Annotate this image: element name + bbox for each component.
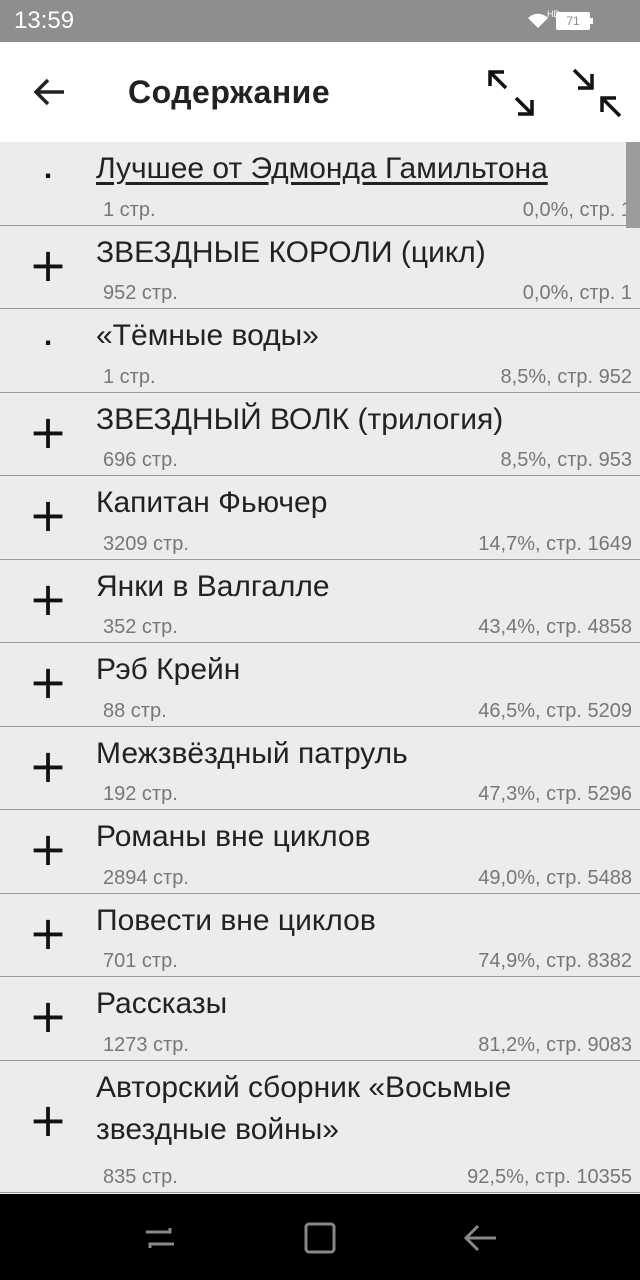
- home-icon[interactable]: [300, 1218, 340, 1258]
- expand-plus-icon[interactable]: +: [28, 906, 68, 960]
- item-title[interactable]: Повести вне циклов: [96, 900, 626, 942]
- page-title: Содержание: [128, 74, 331, 110]
- bullet-dot-icon: .: [43, 319, 53, 352]
- item-pages: 696 стр.: [103, 449, 178, 471]
- back-arrow-icon[interactable]: [30, 70, 70, 114]
- item-position: 43,4%, стр. 4858: [478, 616, 632, 638]
- expand-plus-icon[interactable]: +: [28, 238, 68, 292]
- list-item[interactable]: + Рассказы 1273 стр. 81,2%, стр. 9083: [0, 977, 640, 1061]
- list-item[interactable]: + ЗВЕЗДНЫЙ ВОЛК (трилогия) 696 стр. 8,5%, с…: [0, 392, 640, 476]
- item-pages: 88 стр.: [103, 699, 167, 722]
- expand-all-icon[interactable]: [486, 68, 536, 118]
- item-position: 49,0%, стр. 5488: [478, 866, 632, 889]
- scrollbar-thumb[interactable]: [626, 142, 640, 228]
- list-item[interactable]: + Янки в Валгалле 352 стр. 43,4%, стр. 4858: [0, 559, 640, 643]
- item-pages: 835 стр.: [103, 1165, 178, 1188]
- item-pages: 352 стр.: [103, 616, 178, 638]
- list-item[interactable]: + Романы вне циклов 2894 стр. 49,0%, стр. 5…: [0, 810, 640, 894]
- item-position: 74,9%, стр. 8382: [478, 950, 632, 972]
- item-pages: 952 стр.: [103, 282, 178, 304]
- list-item[interactable]: + ЗВЕЗДНЫЕ КОРОЛИ (цикл) 952 стр. 0,0%, стр…: [0, 225, 640, 309]
- item-position: 47,3%, стр. 5296: [478, 783, 632, 805]
- item-pages: 3209 стр.: [103, 532, 189, 555]
- expand-plus-icon[interactable]: +: [28, 739, 68, 793]
- nav-back-icon[interactable]: [460, 1218, 500, 1258]
- item-title[interactable]: «Тёмные воды»: [96, 315, 626, 357]
- expand-plus-icon[interactable]: +: [28, 572, 68, 626]
- list-item[interactable]: . «Тёмные воды» 1 стр. 8,5%, стр. 952: [0, 309, 640, 393]
- list-item[interactable]: . Лучшее от Эдмонда Гамильтона 1 стр. 0,0%,…: [0, 142, 640, 226]
- item-position: 46,5%, стр. 5209: [478, 699, 632, 722]
- expand-plus-icon[interactable]: +: [28, 655, 68, 709]
- recent-apps-icon[interactable]: [140, 1218, 180, 1258]
- battery-icon: 71: [556, 12, 593, 30]
- item-pages: 701 стр.: [103, 950, 178, 972]
- item-title[interactable]: Романы вне циклов: [96, 816, 626, 858]
- item-title[interactable]: Авторский сборник «Восьмые звездные войн…: [96, 1067, 626, 1151]
- list-item[interactable]: + Повести вне циклов 701 стр. 74,9%, стр. 8…: [0, 893, 640, 977]
- system-nav-bar: [0, 1194, 640, 1280]
- item-title[interactable]: Рэб Крейн: [96, 649, 626, 691]
- item-position: 92,5%, стр. 10355: [467, 1165, 632, 1188]
- item-title[interactable]: Лучшее от Эдмонда Гамильтона: [96, 148, 626, 190]
- list-item[interactable]: + Авторский сборник «Восьмые звездные вой…: [0, 1060, 640, 1193]
- item-title[interactable]: Капитан Фьючер: [96, 482, 626, 524]
- status-bar: 13:59 HD 71: [0, 0, 640, 42]
- item-pages: 1 стр.: [103, 198, 156, 221]
- item-position: 0,0%, стр. 1: [522, 198, 632, 221]
- item-pages: 2894 стр.: [103, 866, 189, 889]
- item-position: 14,7%, стр. 1649: [478, 532, 632, 555]
- item-title[interactable]: Рассказы: [96, 983, 626, 1025]
- collapse-all-icon[interactable]: [572, 68, 622, 118]
- item-position: 8,5%, стр. 953: [500, 449, 632, 471]
- list-item[interactable]: + Рэб Крейн 88 стр. 46,5%, стр. 5209: [0, 643, 640, 727]
- bullet-dot-icon: .: [43, 152, 53, 185]
- item-position: 8,5%, стр. 952: [500, 365, 632, 388]
- item-pages: 1273 стр.: [103, 1033, 189, 1056]
- app-bar: Содержание: [0, 42, 640, 142]
- contents-list[interactable]: . Лучшее от Эдмонда Гамильтона 1 стр. 0,0%,…: [0, 142, 640, 1194]
- item-title[interactable]: ЗВЕЗДНЫЙ ВОЛК (трилогия): [96, 399, 626, 441]
- item-pages: 1 стр.: [103, 365, 156, 388]
- expand-plus-icon[interactable]: +: [28, 1093, 68, 1147]
- expand-plus-icon[interactable]: +: [28, 989, 68, 1043]
- item-pages: 192 стр.: [103, 783, 178, 805]
- item-title[interactable]: ЗВЕЗДНЫЕ КОРОЛИ (цикл): [96, 232, 626, 274]
- expand-plus-icon[interactable]: +: [28, 405, 68, 459]
- status-time: 13:59: [14, 7, 75, 34]
- expand-plus-icon[interactable]: +: [28, 488, 68, 542]
- list-item[interactable]: + Межзвёздный патруль 192 стр. 47,3%, стр. …: [0, 726, 640, 810]
- item-position: 0,0%, стр. 1: [522, 282, 632, 304]
- item-title[interactable]: Межзвёздный патруль: [96, 733, 626, 775]
- list-item[interactable]: + Капитан Фьючер 3209 стр. 14,7%, стр. 1649: [0, 476, 640, 560]
- item-title[interactable]: Янки в Валгалле: [96, 566, 626, 608]
- item-position: 81,2%, стр. 9083: [478, 1033, 632, 1056]
- battery-level: 71: [566, 14, 580, 28]
- expand-plus-icon[interactable]: +: [28, 822, 68, 876]
